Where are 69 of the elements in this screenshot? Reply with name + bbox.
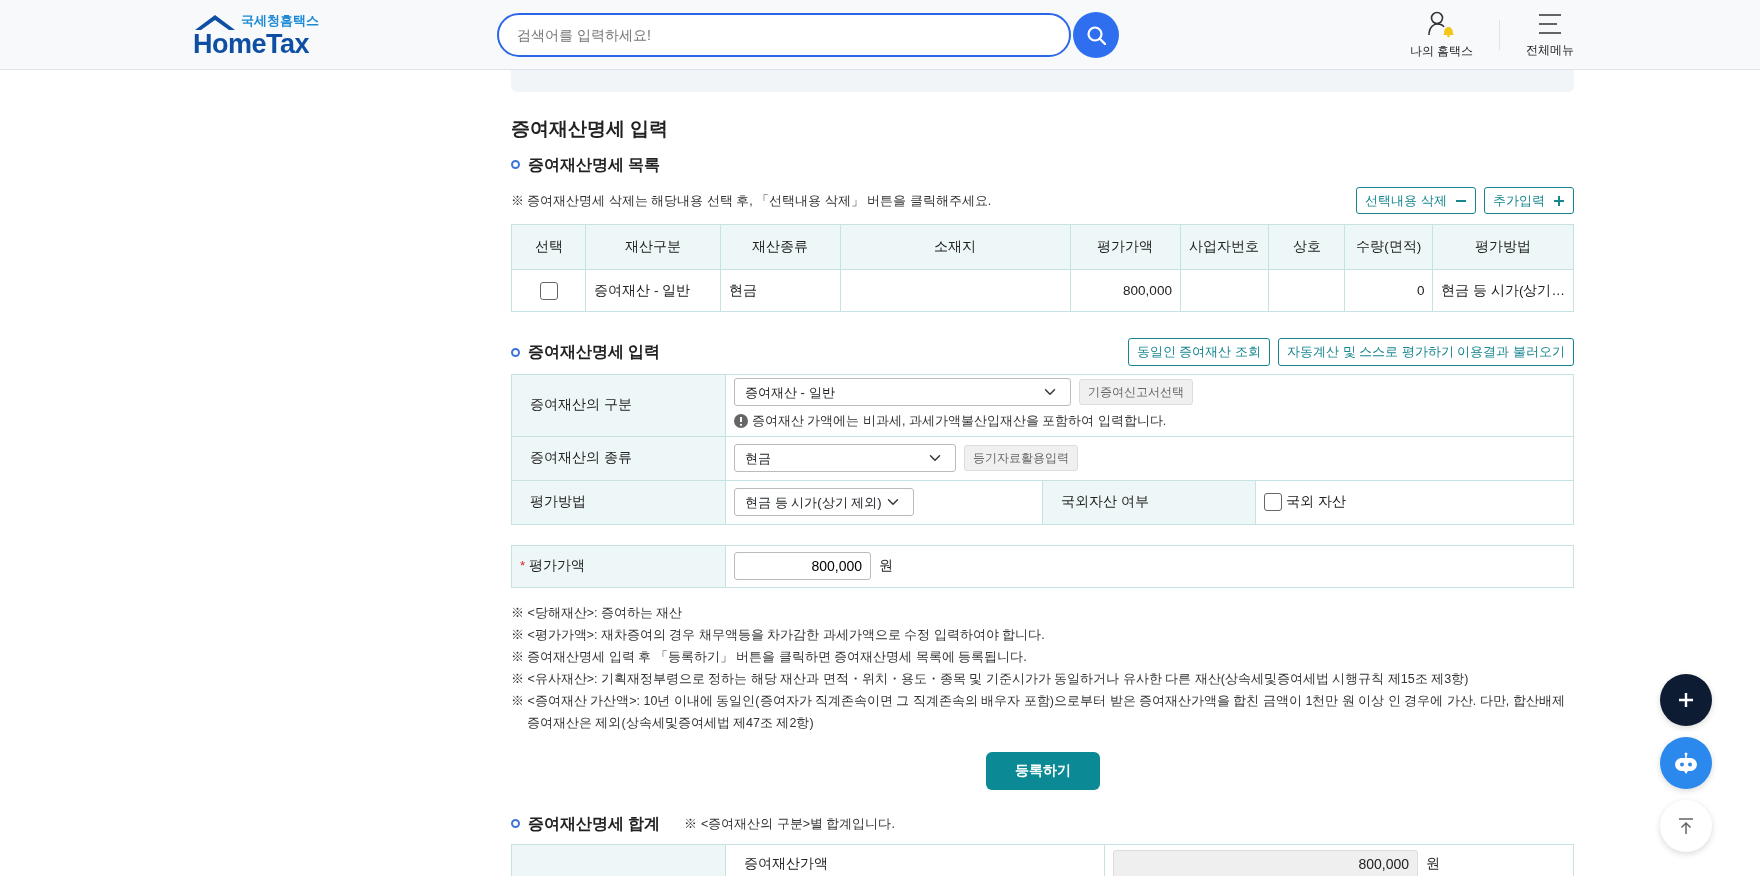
column-header: 재산종류	[720, 224, 841, 270]
field-label: 평가가액	[529, 557, 586, 576]
bullet-icon	[511, 819, 520, 829]
column-header: 사업자번호	[1180, 224, 1269, 270]
scroll-top-button[interactable]	[1660, 800, 1712, 852]
table-cell: 증여재산 - 일반	[594, 282, 691, 298]
arrow-up-icon	[1678, 817, 1694, 835]
row-checkbox[interactable]	[539, 282, 558, 301]
total-value-field: 800,000	[1113, 850, 1418, 876]
field-label: 증여재산의 구분	[530, 397, 632, 413]
section-title: 증여재산명세 목록	[528, 154, 661, 175]
menu-button[interactable]: 전체메뉴	[1520, 9, 1580, 60]
column-header: 재산구분	[585, 224, 721, 270]
registry-input-button[interactable]: 등기자료활용입력	[964, 445, 1078, 472]
table-cell: 0	[1416, 282, 1425, 298]
checkbox-label: 국외 자산	[1286, 493, 1346, 512]
field-label: 증여재산가액	[744, 856, 828, 872]
register-button[interactable]: 등록하기	[985, 751, 1100, 790]
bullet-icon	[511, 160, 520, 170]
checkbox[interactable]	[1264, 493, 1282, 512]
search-icon	[1086, 24, 1106, 45]
add-floating-button[interactable]	[1660, 674, 1712, 726]
plus-icon	[1678, 692, 1694, 708]
table-cell: 현금	[729, 282, 757, 298]
method-select[interactable]: 현금 등 시가(상기 제외)	[734, 488, 914, 517]
select-report-button[interactable]: 기증여신고서선택	[1079, 379, 1193, 406]
logo-subtitle: 국세청홈택스	[241, 13, 319, 27]
table-cell: 현금 등 시가(상기…	[1441, 282, 1565, 298]
note-text: ※ 증여재산명세 입력 후 「등록하기」 버튼을 클릭하면 증여재산명세 목록에 등록됩니다.	[511, 648, 1028, 666]
search-button[interactable]	[1073, 11, 1119, 58]
column-header: 상호	[1268, 224, 1345, 270]
column-header: 수량(면적)	[1344, 224, 1433, 270]
column-header: 평가방법	[1432, 224, 1574, 270]
unit-label: 원	[879, 557, 893, 576]
type-select[interactable]: 현금	[734, 444, 956, 473]
table-cell: 800,000	[1123, 282, 1172, 298]
logo-title[interactable]: HomeTax	[193, 30, 333, 58]
note-text: ※ <유사재산>: 기획재정부령으로 정하는 해당 재산과 면적・위치・용도・종목 및 기준시가가 동일하거나 유사한 다른 재산(상속세및증여세법 시행규칙 제15조 제3항)	[511, 670, 1470, 688]
section-title: 증여재산명세 합계	[528, 813, 661, 834]
delete-button[interactable]: 선택내용 삭제	[1356, 186, 1476, 215]
bullet-icon	[511, 347, 520, 357]
page-title: 증여재산명세 입력	[511, 118, 670, 141]
user-bell-icon	[1427, 9, 1456, 38]
note-text: ※ <증여재산 가산액>: 10년 이내에 동일인(증여자가 직계존속이면 그 직계존속의 배우자 포함)으로부터 받은 증여재산가액을 합친 금액이 1천만 원 이상 인 경우에 가산. 다만, 합산배제증여재산은 제외(상속세및증여세법 제47조 제2항)	[511, 692, 1566, 732]
lookup-button[interactable]: 동일인 증여재산 조회	[1127, 338, 1270, 366]
amount-field[interactable]: 800,000	[734, 552, 871, 581]
my-hometax-link[interactable]: 나의 홈택스	[1403, 8, 1479, 61]
field-label: 평가방법	[530, 494, 586, 510]
note-text: ※ <증여재산의 구분>별 합계입니다.	[684, 815, 895, 833]
note-text: ※ <평가가액>: 재차증여의 경우 채무액등을 차가감한 과세가액으로 수정 입력하여야 합니다.	[511, 626, 1046, 644]
section-title: 증여재산명세 입력	[528, 342, 661, 363]
info-icon	[734, 414, 748, 429]
plus-icon	[1553, 194, 1565, 207]
add-button[interactable]: 추가입력	[1484, 186, 1574, 215]
note-text: ※ 증여재산명세 삭제는 해당내용 선택 후, 「선택내용 삭제」 버튼을 클릭해주세요.	[511, 192, 992, 210]
chatbot-button[interactable]	[1660, 737, 1712, 789]
unit-label: 원	[1426, 855, 1440, 874]
category-select[interactable]: 증여재산 - 일반	[734, 378, 1071, 407]
field-label: 국외자산 여부	[1061, 494, 1149, 510]
field-label: 증여재산의 종류	[530, 450, 632, 466]
info-text: 증여재산 가액에는 비과세, 과세가액불산입재산을 포함하여 입력합니다.	[752, 413, 1167, 431]
robot-icon	[1673, 751, 1699, 775]
required-mark: *	[520, 557, 526, 576]
load-results-button[interactable]: 자동계산 및 스스로 평가하기 이용결과 불러오기	[1277, 338, 1574, 366]
column-header: 소재지	[840, 224, 1071, 270]
search-field[interactable]: 검색어를 입력하세요!	[497, 12, 1071, 57]
column-header: 선택	[511, 224, 586, 270]
column-header: 평가가액	[1070, 224, 1181, 270]
note-text: ※ <당해재산>: 증여하는 재산	[511, 604, 684, 622]
